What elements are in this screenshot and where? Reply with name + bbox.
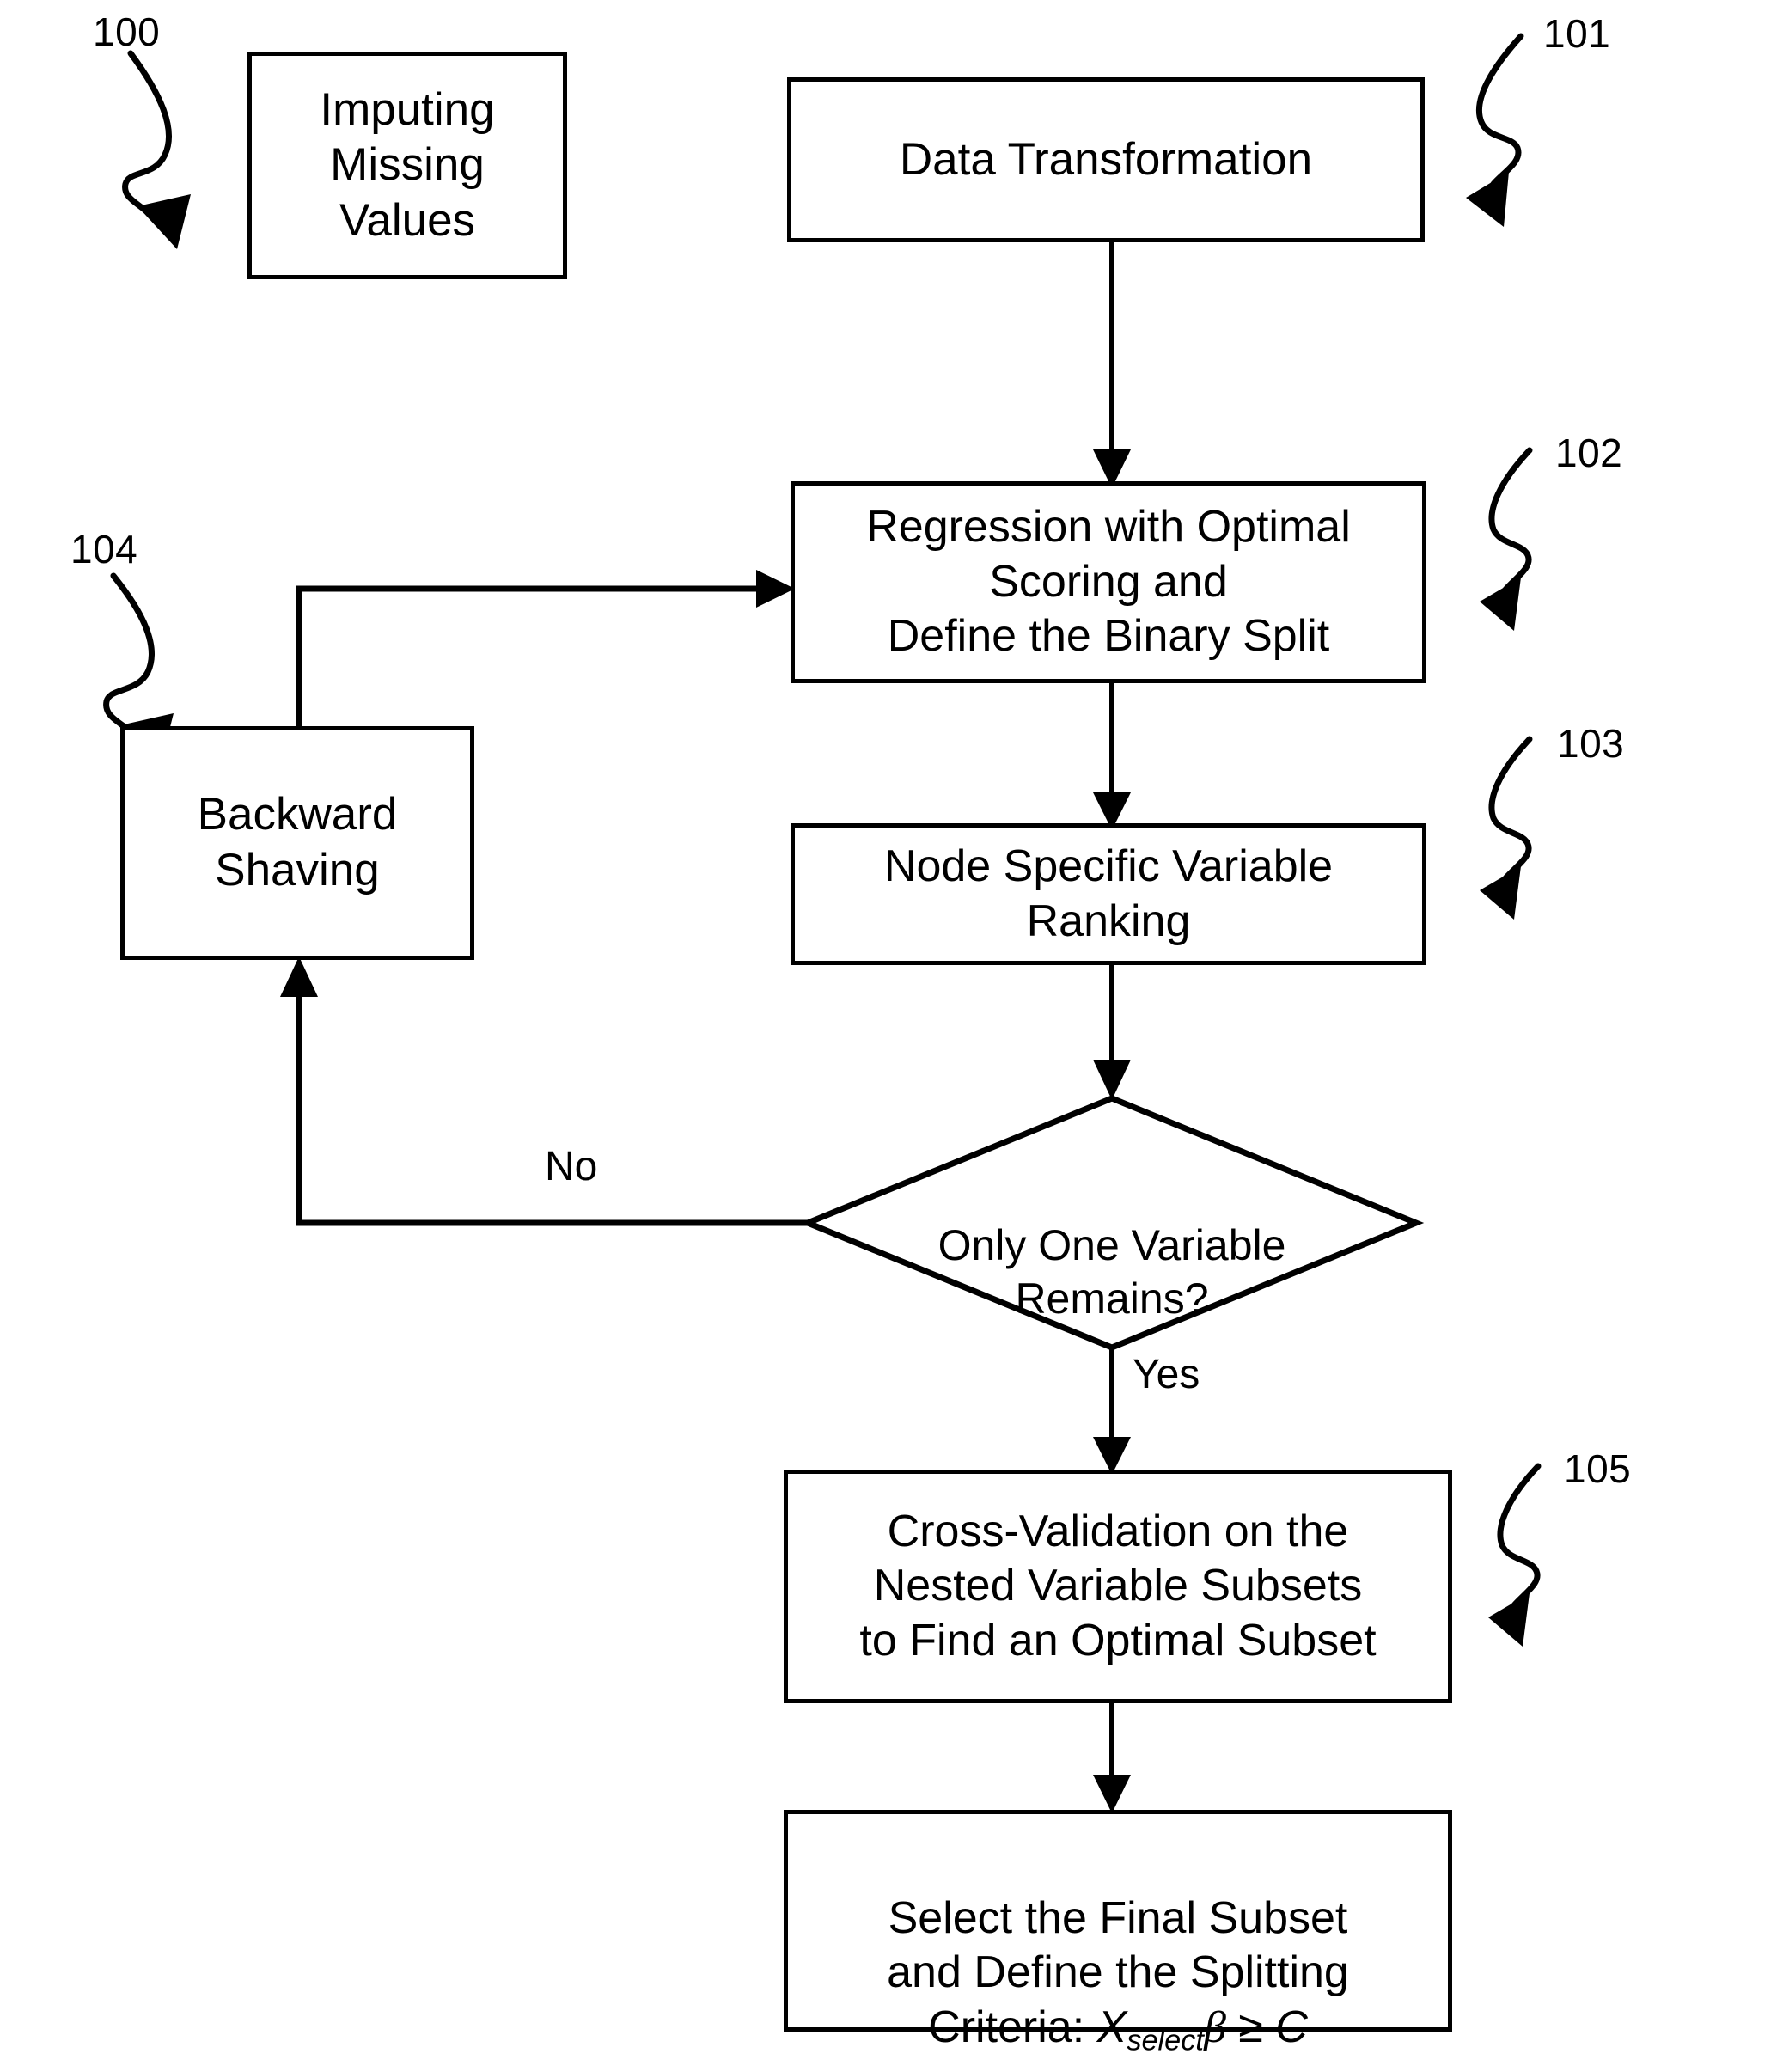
leader-102	[1480, 447, 1533, 631]
arrow-ranking-to-decision	[1093, 965, 1131, 1100]
formula-x-symbol: X	[1096, 2002, 1127, 2052]
reference-numeral-103-text: 103	[1557, 721, 1625, 766]
formula-beta-symbol: β	[1203, 2002, 1226, 2052]
node-node-specific-variable-ranking[interactable]: Node Specific Variable Ranking	[791, 823, 1426, 965]
flowchart-canvas: Imputing Missing Values Data Transformat…	[0, 0, 1783, 2072]
leader-103	[1480, 736, 1533, 920]
arrow-transformation-to-regression	[1093, 242, 1131, 488]
formula-relation: ≥	[1225, 2002, 1276, 2052]
reference-numeral-104: 104	[70, 526, 137, 572]
arrow-decision-yes-to-cross-validation	[1093, 1348, 1131, 1475]
node-select-final-subset[interactable]: Select the Final Subset and Define the S…	[784, 1810, 1452, 2057]
arrow-backward-shaving-to-regression	[296, 570, 795, 726]
leader-105	[1488, 1463, 1542, 1647]
reference-numeral-102-text: 102	[1555, 431, 1623, 475]
node-decision-only-one-variable[interactable]: Only One Variable Remains?	[897, 1164, 1327, 1326]
node-regression-optimal-scoring[interactable]: Regression with Optimal Scoring and Defi…	[791, 481, 1426, 683]
reference-numeral-100-text: 100	[93, 9, 161, 54]
reference-numeral-101-text: 101	[1543, 11, 1611, 56]
node-ranking-label: Node Specific Variable Ranking	[883, 841, 1334, 946]
reference-numeral-104-text: 104	[70, 527, 138, 571]
reference-numeral-100: 100	[93, 9, 160, 55]
formula-subscript: select	[1127, 2024, 1204, 2057]
leader-100	[122, 50, 191, 249]
node-imputing-label: Imputing Missing Values	[320, 83, 495, 246]
edge-label-yes: Yes	[1133, 1351, 1200, 1398]
arrow-cross-validation-to-final-subset	[1093, 1703, 1131, 1813]
node-final-subset-line1: Select the Final Subset	[888, 1892, 1348, 1943]
reference-numeral-102: 102	[1555, 430, 1622, 476]
node-backward-shaving-label: Backward Shaving	[197, 789, 398, 895]
node-cross-validation[interactable]: Cross-Validation on the Nested Variable …	[784, 1470, 1452, 1703]
node-data-transformation-label: Data Transformation	[899, 133, 1313, 185]
node-cross-validation-label: Cross-Validation on the Nested Variable …	[859, 1506, 1377, 1666]
reference-numeral-103: 103	[1557, 720, 1624, 767]
edge-label-no: No	[545, 1143, 597, 1190]
node-data-transformation[interactable]: Data Transformation	[787, 77, 1425, 242]
formula-prefix: Criteria:	[928, 2002, 1097, 2052]
arrow-regression-to-ranking	[1093, 683, 1131, 830]
connector-layer	[103, 33, 1542, 1813]
arrow-decision-no-to-backward-shaving	[280, 957, 808, 1226]
edge-label-yes-text: Yes	[1133, 1352, 1200, 1397]
formula-c-symbol: C	[1275, 2002, 1308, 2052]
node-decision-label: Only One Variable Remains?	[937, 1220, 1286, 1323]
leader-101	[1466, 33, 1524, 227]
reference-numeral-105: 105	[1564, 1446, 1631, 1492]
node-final-subset-line2: and Define the Splitting	[887, 1947, 1349, 1998]
node-final-subset-formula: Criteria: Xselectβ ≥ C	[928, 2001, 1308, 2059]
reference-numeral-101: 101	[1543, 10, 1610, 57]
node-backward-shaving[interactable]: Backward Shaving	[120, 726, 474, 960]
node-imputing-missing-values[interactable]: Imputing Missing Values	[247, 52, 567, 279]
node-regression-label: Regression with Optimal Scoring and Defi…	[866, 502, 1351, 662]
edge-label-no-text: No	[545, 1144, 598, 1189]
reference-numeral-105-text: 105	[1564, 1446, 1632, 1491]
